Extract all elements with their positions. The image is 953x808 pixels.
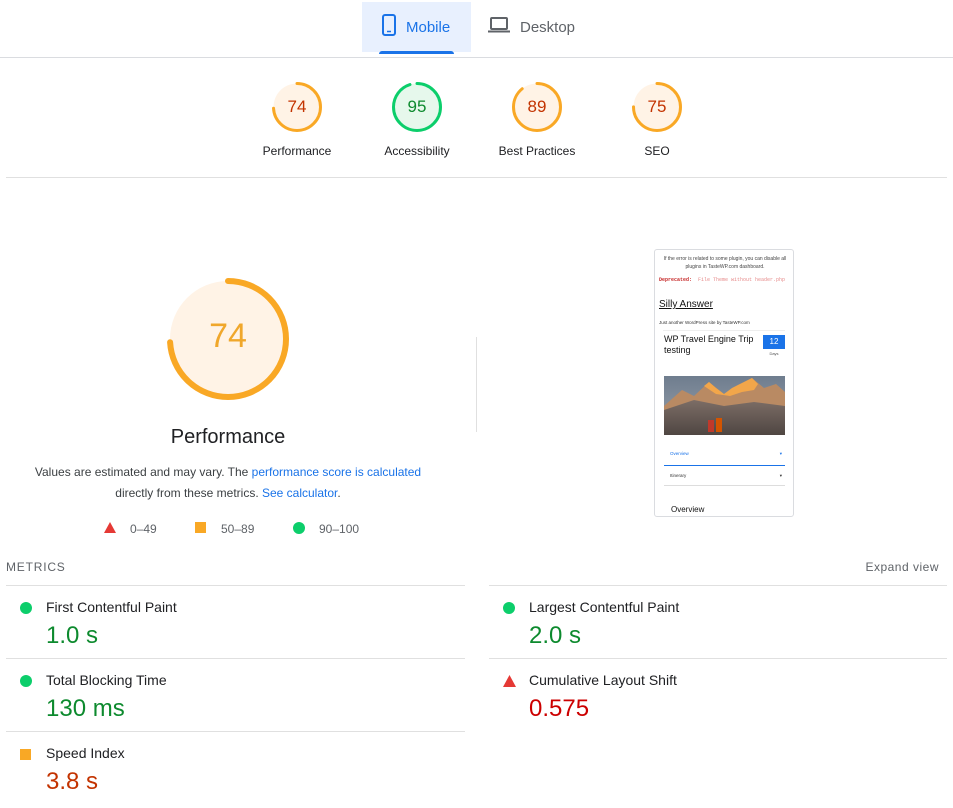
gauge-score: 75: [647, 97, 667, 116]
tab-desktop-label: Desktop: [520, 18, 576, 36]
metric-name: Total Blocking Time: [46, 672, 167, 688]
score-calculated-link[interactable]: performance score is calculated: [252, 465, 421, 479]
metric-value: 3.8 s: [46, 768, 99, 795]
tab-mobile-label: Mobile: [406, 18, 451, 36]
gauge-best-practices[interactable]: 89 Best Practices: [477, 82, 597, 158]
screenshot-notice: If the error is related to some plugin, …: [663, 256, 787, 270]
legend-range: 90–100: [319, 522, 360, 536]
gauge-ring: 74: [272, 82, 322, 132]
triangle-icon: [503, 674, 516, 692]
legend-range: 0–49: [130, 522, 157, 536]
laptop-icon: [488, 17, 520, 37]
gauge-ring: 75: [632, 82, 682, 132]
expand-view-toggle[interactable]: Expand view: [865, 560, 939, 574]
metric-name: First Contentful Paint: [46, 599, 177, 615]
metric-value: 0.575: [529, 695, 590, 722]
metric-value: 130 ms: [46, 695, 125, 722]
gauge-ring: 89: [512, 82, 562, 132]
performance-title: Performance: [170, 426, 286, 448]
desc-text: .: [337, 486, 341, 500]
chevron-down-icon: ▾: [779, 473, 782, 478]
metric-total-blocking-time: Total Blocking Time 130 ms: [6, 658, 465, 731]
metric-name: Speed Index: [46, 745, 125, 761]
chevron-down-icon: ▾: [779, 451, 782, 456]
screenshot-deprecation: Deprecated: File Theme without header.ph…: [659, 277, 793, 283]
acc-label: Overview: [670, 451, 689, 456]
square-icon: [195, 522, 206, 536]
gauge-label: Performance: [262, 144, 332, 158]
circle-icon: [20, 601, 32, 619]
screenshot-trip-title: WP Travel Engine Trip testing: [664, 334, 754, 355]
metrics-heading: METRICS: [6, 560, 66, 574]
triangle-icon: [104, 522, 116, 536]
performance-gauge-large: 74: [167, 278, 289, 400]
metric-value: 1.0 s: [46, 622, 99, 649]
metric-value: 2.0 s: [529, 622, 582, 649]
legend-fail: 0–49: [104, 521, 157, 537]
gauge-score: 74: [287, 97, 307, 116]
acc-label: Itinerary: [670, 473, 687, 478]
metric-name: Largest Contentful Paint: [529, 599, 680, 615]
divider: [6, 177, 947, 178]
gauge-label: Accessibility: [384, 144, 450, 158]
mountain-photo: [664, 376, 785, 435]
tab-mobile[interactable]: Mobile: [362, 2, 471, 54]
metric-speed-index: Speed Index 3.8 s: [6, 731, 465, 804]
gauge-performance[interactable]: 74 Performance: [237, 82, 357, 158]
smartphone-icon: [382, 14, 406, 40]
screenshot-site-title: Silly Answer: [659, 299, 713, 310]
screenshot-card-divider: [663, 330, 785, 331]
legend-range: 50–89: [221, 522, 255, 536]
circle-icon: [503, 601, 515, 619]
performance-description: Values are estimated and may vary. The p…: [18, 462, 438, 504]
metric-first-contentful-paint: First Contentful Paint 1.0 s: [6, 585, 465, 658]
performance-score: 74: [209, 317, 247, 355]
circle-icon: [20, 674, 32, 692]
legend-pass: 90–100: [293, 521, 359, 537]
screenshot-days-badge: 12: [763, 335, 785, 349]
gauge-label: SEO: [644, 144, 670, 158]
device-tab-bar: Mobile Desktop: [0, 0, 953, 58]
circle-icon: [293, 521, 305, 537]
dep-label: Deprecated:: [659, 277, 693, 283]
gauge-score: 95: [407, 97, 427, 116]
gauge-seo[interactable]: 75 SEO: [597, 82, 717, 158]
gauge-label: Best Practices: [498, 144, 576, 158]
legend-average: 50–89: [195, 521, 254, 537]
active-tab-indicator: [379, 51, 454, 54]
desc-text: directly from these metrics.: [115, 486, 262, 500]
screenshot-tagline: Just another WordPress site by TasteWP.c…: [659, 320, 750, 325]
screenshot-accordion-overview: ▾ Overview: [664, 448, 785, 466]
metric-largest-contentful-paint: Largest Contentful Paint 2.0 s: [489, 585, 947, 658]
see-calculator-link[interactable]: See calculator: [262, 486, 337, 500]
gauge-accessibility[interactable]: 95 Accessibility: [357, 82, 477, 158]
gauge-score: 89: [527, 97, 547, 116]
screenshot-section-title: Overview: [671, 505, 705, 514]
tab-desktop[interactable]: Desktop: [488, 2, 588, 52]
desc-text: Values are estimated and may vary. The: [34, 465, 252, 479]
screenshot-accordion-itinerary: ▾ Itinerary: [664, 470, 785, 486]
screenshot-days-label: Days: [769, 351, 779, 356]
metric-name: Cumulative Layout Shift: [529, 672, 677, 688]
metric-cumulative-layout-shift: Cumulative Layout Shift 0.575: [489, 658, 947, 731]
vertical-divider: [476, 337, 477, 432]
gauge-ring: 95: [392, 82, 442, 132]
page-screenshot-thumbnail: If the error is related to some plugin, …: [654, 249, 794, 517]
square-icon: [20, 747, 31, 765]
dep-text: File Theme without header.php: [698, 277, 786, 283]
